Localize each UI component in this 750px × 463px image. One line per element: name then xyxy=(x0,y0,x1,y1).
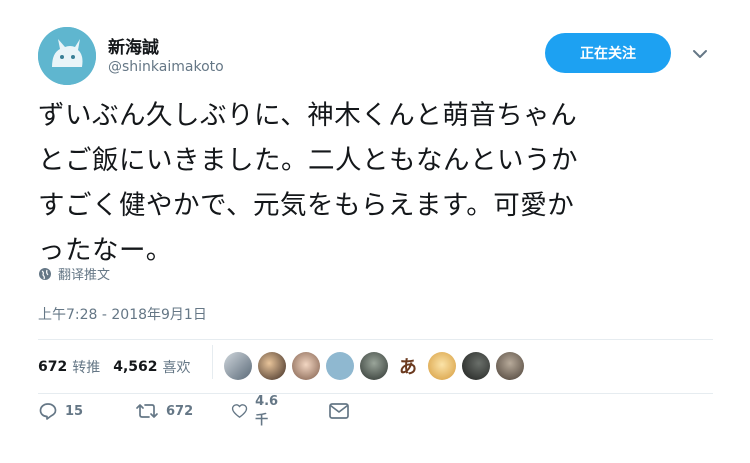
liker-avatar[interactable] xyxy=(496,352,524,380)
retweets-stat[interactable]: 672 转推 xyxy=(38,357,100,377)
following-button[interactable]: 正在关注 xyxy=(545,33,671,73)
avatar[interactable] xyxy=(38,27,96,85)
liker-avatar[interactable] xyxy=(428,352,456,380)
envelope-icon xyxy=(329,403,349,419)
chevron-down-icon[interactable] xyxy=(690,44,710,64)
translate-tweet-link[interactable]: 翻译推文 xyxy=(38,264,110,283)
liker-avatars: あ xyxy=(224,352,530,380)
tweet-line: ずいぶん久しぶりに、神木くんと萌音ちゃん xyxy=(38,100,578,131)
retweet-icon xyxy=(136,404,158,418)
direct-message-button[interactable] xyxy=(328,401,357,421)
liker-avatar[interactable] xyxy=(326,352,354,380)
tweet-text: ずいぶん久しぶりに、神木くんと萌音ちゃん とご飯にいきました。二人ともなんという… xyxy=(38,93,728,273)
retweet-button[interactable]: 672 xyxy=(135,401,193,421)
tweet-line: すごく健やかで、元気をもらえます。可愛か xyxy=(38,190,575,221)
liker-avatar[interactable] xyxy=(462,352,490,380)
stats-separator xyxy=(212,345,213,379)
reply-count: 15 xyxy=(65,403,84,419)
reply-button[interactable]: 15 xyxy=(38,401,83,421)
author-name[interactable]: 新海誠 xyxy=(108,33,159,58)
retweets-count: 672 xyxy=(38,359,68,375)
retweet-count: 672 xyxy=(166,403,194,419)
likes-count: 4,562 xyxy=(113,359,158,375)
likes-label: 喜欢 xyxy=(162,360,191,376)
heart-icon xyxy=(231,404,248,418)
translate-label: 翻译推文 xyxy=(58,268,111,283)
retweets-label: 转推 xyxy=(72,360,101,376)
likes-stat[interactable]: 4,562 喜欢 xyxy=(113,357,190,377)
reply-icon xyxy=(39,403,57,420)
liker-avatar[interactable] xyxy=(258,352,286,380)
tweet-stats: 672 转推 4,562 喜欢 xyxy=(38,357,204,377)
like-count: 4.6千 xyxy=(255,394,279,428)
like-button[interactable]: 4.6千 xyxy=(231,394,283,428)
liker-avatar[interactable] xyxy=(360,352,388,380)
timestamp[interactable]: 上午7:28 - 2018年9月1日 xyxy=(38,304,207,324)
tweet-line: ったなー。 xyxy=(38,235,173,266)
liker-avatar[interactable]: あ xyxy=(394,352,422,380)
author-handle[interactable]: @shinkaimakoto xyxy=(108,59,224,75)
divider xyxy=(38,393,713,394)
liker-avatar[interactable] xyxy=(224,352,252,380)
liker-avatar[interactable] xyxy=(292,352,320,380)
tweet-line: とご飯にいきました。二人ともなんというか xyxy=(38,145,578,176)
divider xyxy=(38,339,713,340)
globe-icon xyxy=(39,267,51,280)
